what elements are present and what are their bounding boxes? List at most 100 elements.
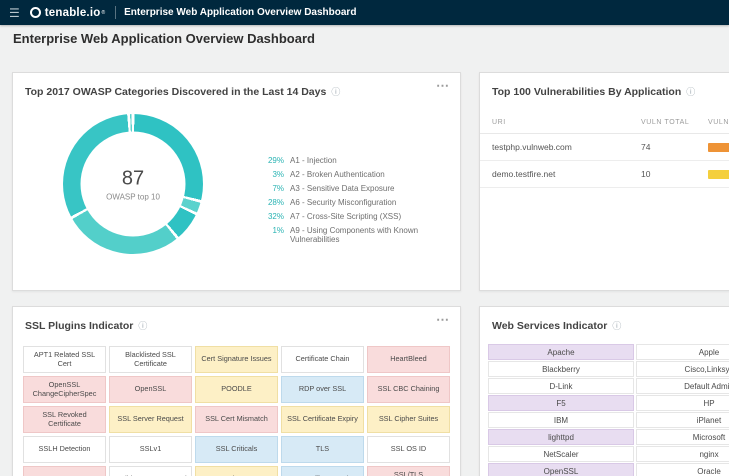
topbar-title: Enterprise Web Application Overview Dash… bbox=[124, 7, 357, 18]
ssl-matrix: APT1 Related SSL Cert Blacklisted SSL Cer… bbox=[13, 339, 460, 476]
ssl-indicator-cell[interactable]: SSL Cipher Suites bbox=[367, 406, 450, 433]
severity-bar bbox=[708, 142, 729, 152]
web-service-cell[interactable]: Oracle bbox=[636, 463, 729, 476]
legend-label: A3 - Sensitive Data Exposure bbox=[290, 184, 395, 193]
ssl-indicator-cell[interactable]: SSL Certificate Expiry bbox=[281, 406, 364, 433]
ssl-indicator-cell[interactable]: Well-known Cert Used bbox=[109, 466, 192, 476]
info-icon[interactable]: ⓘ bbox=[331, 87, 340, 97]
web-service-cell[interactable]: Cisco,Linksys bbox=[636, 361, 729, 377]
web-service-row: lighttpd Microsoft bbox=[488, 429, 729, 445]
ssl-indicator-cell[interactable]: SSL Cert Mismatch bbox=[195, 406, 278, 433]
app-window: ☰ tenable.io ® Enterprise Web Applicatio… bbox=[0, 0, 729, 476]
legend-item: 7% A3 - Sensitive Data Exposure bbox=[265, 184, 460, 193]
ssl-indicator-cell[interactable]: SSL/TLS Renegotiation bbox=[367, 466, 450, 476]
ssl-indicator-cell[interactable]: SSLv1 bbox=[109, 436, 192, 463]
legend-percent: 1% bbox=[272, 226, 284, 235]
hamburger-menu-icon[interactable]: ☰ bbox=[9, 6, 20, 20]
card-title: Top 2017 OWASP Categories Discovered in … bbox=[25, 86, 327, 98]
web-service-cell[interactable]: Default Admin bbox=[636, 378, 729, 394]
ssl-indicator-cell[interactable]: APT1 Related SSL Cert bbox=[23, 346, 106, 373]
web-service-cell[interactable]: nginx bbox=[636, 446, 729, 462]
legend-item: 1% A9 - Using Components with Known Vulne… bbox=[265, 226, 460, 244]
column-header-uri: URI bbox=[492, 119, 506, 126]
uri-cell: demo.testfire.net bbox=[492, 169, 556, 179]
ssl-indicator-cell[interactable]: SSL OS ID bbox=[367, 436, 450, 463]
web-service-row: Apache Apple bbox=[488, 344, 729, 360]
card-header: Top 100 Vulnerabilities By Application ⓘ … bbox=[480, 73, 729, 105]
ssl-indicator-cell[interactable]: SSL FREAK bbox=[23, 466, 106, 476]
ssl-indicator-cell[interactable]: RDP over SSL bbox=[281, 376, 364, 403]
web-service-cell[interactable]: iPlanet bbox=[636, 412, 729, 428]
ssl-indicator-cell[interactable]: HeartBleed bbox=[367, 346, 450, 373]
info-icon[interactable]: ⓘ bbox=[612, 321, 621, 331]
ssl-indicator-cell[interactable]: Blacklisted SSL Certificate bbox=[109, 346, 192, 373]
ssl-indicator-cell[interactable]: SSL Server Request bbox=[109, 406, 192, 433]
ssl-indicator-cell[interactable]: SSL Traffic Detection bbox=[281, 466, 364, 476]
web-service-cell[interactable]: IBM bbox=[488, 412, 634, 428]
legend-percent: 3% bbox=[272, 170, 284, 179]
web-service-cell[interactable]: HP bbox=[636, 395, 729, 411]
web-service-cell[interactable]: F5 bbox=[488, 395, 634, 411]
legend-label: A1 - Injection bbox=[290, 156, 337, 165]
web-service-cell[interactable]: lighttpd bbox=[488, 429, 634, 445]
vuln-table-header: URI VULN TOTAL VULNE bbox=[480, 109, 729, 134]
ssl-plugins-card: SSL Plugins Indicator ⓘ ⋯ APT1 Related SS… bbox=[12, 306, 461, 476]
ssl-indicator-cell[interactable]: SSL CBC Chaining bbox=[367, 376, 450, 403]
legend-percent: 32% bbox=[267, 212, 284, 221]
ssl-indicator-cell[interactable]: SSL Session Resume bbox=[195, 466, 278, 476]
tenable-logo[interactable]: tenable.io ® bbox=[29, 6, 107, 19]
legend-item: 32% A7 - Cross-Site Scripting (XSS) bbox=[265, 212, 460, 221]
vuln-total-cell: 74 bbox=[641, 142, 651, 152]
owasp-donut-chart[interactable]: 87 OWASP top 10 bbox=[63, 114, 203, 254]
owasp-legend: 29% A1 - Injection 3% A2 - Broken Authentic… bbox=[265, 156, 460, 249]
web-service-cell[interactable]: OpenSSL bbox=[488, 463, 634, 476]
info-icon[interactable]: ⓘ bbox=[686, 87, 695, 97]
brand-name: tenable.io bbox=[44, 6, 101, 19]
web-service-cell[interactable]: Apple bbox=[636, 344, 729, 360]
vuln-card: Top 100 Vulnerabilities By Application ⓘ … bbox=[479, 72, 729, 291]
legend-percent: 29% bbox=[267, 156, 284, 165]
severity-bar bbox=[708, 169, 729, 179]
legend-percent: 28% bbox=[267, 198, 284, 207]
legend-percent: 7% bbox=[272, 184, 284, 193]
web-service-row: NetScaler nginx bbox=[488, 446, 729, 462]
web-service-cell[interactable]: Blackberry bbox=[488, 361, 634, 377]
ssl-indicator-cell[interactable]: Certificate Chain bbox=[281, 346, 364, 373]
ssl-indicator-cell[interactable]: POODLE bbox=[195, 376, 278, 403]
legend-label: A2 - Broken Authentication bbox=[290, 170, 385, 179]
ssl-indicator-cell[interactable]: TLS bbox=[281, 436, 364, 463]
ssl-indicator-cell[interactable]: Cert Signature Issues bbox=[195, 346, 278, 373]
web-service-row: F5 HP bbox=[488, 395, 729, 411]
ssl-indicator-cell[interactable]: OpenSSL ChangeCipherSpec bbox=[23, 376, 106, 403]
topbar: ☰ tenable.io ® Enterprise Web Applicatio… bbox=[0, 0, 729, 25]
legend-item: 29% A1 - Injection bbox=[265, 156, 460, 165]
ssl-indicator-cell[interactable]: SSL Revoked Certificate bbox=[23, 406, 106, 433]
card-header: Web Services Indicatorⓘ ⋯ bbox=[480, 307, 729, 339]
vuln-table-body: testphp.vulnweb.com 74 demo.testfire.net 10 bbox=[480, 134, 729, 188]
ssl-indicator-cell[interactable]: SSLH Detection bbox=[23, 436, 106, 463]
donut-total: 87 bbox=[121, 167, 145, 189]
web-service-cell[interactable]: D-Link bbox=[488, 378, 634, 394]
web-service-row: IBM iPlanet bbox=[488, 412, 729, 428]
owasp-card: Top 2017 OWASP Categories Discovered in … bbox=[12, 72, 461, 291]
legend-label: A7 - Cross-Site Scripting (XSS) bbox=[290, 212, 402, 221]
uri-cell: testphp.vulnweb.com bbox=[492, 142, 572, 152]
table-row[interactable]: demo.testfire.net 10 bbox=[480, 161, 729, 188]
more-menu-icon[interactable]: ⋯ bbox=[436, 312, 450, 328]
info-icon[interactable]: ⓘ bbox=[138, 321, 147, 331]
legend-label: A6 - Security Misconfiguration bbox=[290, 198, 397, 207]
donut-caption: OWASP top 10 bbox=[106, 192, 160, 201]
brand-trademark: ® bbox=[101, 9, 106, 16]
ssl-indicator-cell[interactable]: OpenSSL bbox=[109, 376, 192, 403]
more-menu-icon[interactable]: ⋯ bbox=[436, 78, 450, 94]
tenable-logo-icon bbox=[29, 7, 41, 18]
column-header-vuln-total: VULN TOTAL bbox=[641, 119, 690, 126]
table-row[interactable]: testphp.vulnweb.com 74 bbox=[480, 134, 729, 161]
card-title: SSL Plugins Indicator bbox=[25, 320, 134, 332]
web-service-cell[interactable]: NetScaler bbox=[488, 446, 634, 462]
web-service-cell[interactable]: Apache bbox=[488, 344, 634, 360]
donut-center: 87 OWASP top 10 bbox=[80, 131, 186, 237]
ssl-indicator-cell[interactable]: SSL Criticals bbox=[195, 436, 278, 463]
web-service-cell[interactable]: Microsoft bbox=[636, 429, 729, 445]
card-title: Web Services Indicator bbox=[492, 320, 608, 332]
